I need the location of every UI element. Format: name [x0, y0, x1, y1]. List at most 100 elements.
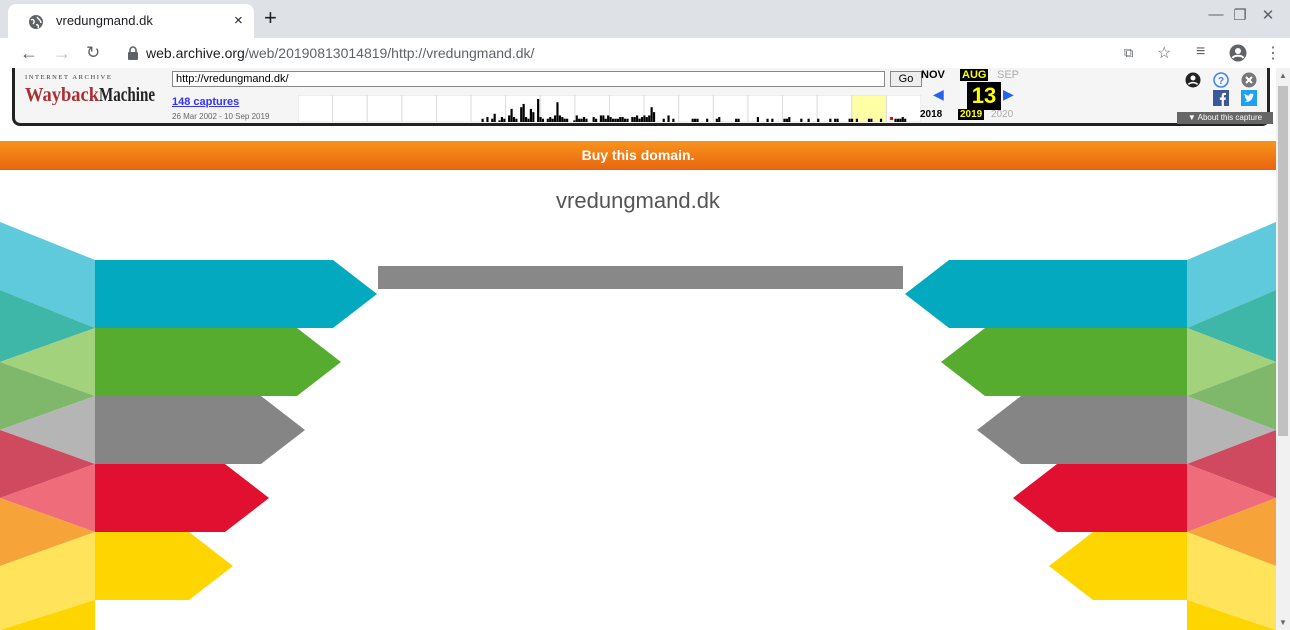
sparkline-capture-bar	[636, 115, 639, 122]
sparkline-capture-bar	[817, 118, 820, 122]
sparkline-capture-bar	[498, 120, 501, 122]
sparkline-year-box	[782, 95, 818, 122]
sparkline-capture-bar	[899, 118, 902, 122]
minimize-button[interactable]: —	[1206, 6, 1226, 23]
sparkline-capture-bar	[855, 118, 858, 122]
wayback-toolbar-frame: INTERNET ARCHIVE Wayback Machine Go 148 …	[0, 68, 1276, 129]
captures-link[interactable]: 148 captures	[172, 96, 239, 108]
sparkline-capture-bar	[715, 118, 718, 122]
page-scrollbar[interactable]: ▲ ▼	[1276, 68, 1290, 630]
sparkline-capture-bar	[706, 118, 709, 122]
address-bar[interactable]: web.archive.org/web/20190813014819/http:…	[146, 45, 534, 61]
sparkline-capture-bar	[800, 118, 803, 122]
sparkline-capture-bar	[510, 108, 513, 122]
browser-tab[interactable]: vredungmand.dk ×	[8, 4, 254, 38]
sparkline-year-box	[435, 95, 472, 122]
back-arrow-icon[interactable]: ←	[20, 43, 38, 63]
sparkline-capture-bar	[503, 118, 506, 122]
sparkline-capture-bar	[553, 115, 557, 122]
sparkline-capture-bar	[614, 118, 617, 122]
sparkline-capture-bar	[904, 118, 907, 122]
forward-arrow-icon[interactable]: →	[53, 43, 71, 63]
help-icon[interactable]: ?	[1213, 72, 1229, 88]
sparkline-capture-bar	[648, 115, 651, 122]
sparkline-capture-bar	[582, 117, 586, 122]
translate-icon[interactable]: ⧉	[1124, 45, 1133, 61]
right-arrow-green	[941, 328, 1187, 396]
sparkline-capture-bar	[901, 117, 904, 122]
new-tab-button[interactable]: +	[264, 4, 277, 32]
about-this-capture-button[interactable]: ▼ About this capture	[1177, 112, 1273, 124]
profile-icon[interactable]	[1229, 44, 1247, 62]
star-icon[interactable]: ☆	[1157, 43, 1171, 63]
sparkline-capture-bar	[766, 118, 769, 122]
capture-sparkline[interactable]	[298, 95, 921, 122]
sparkline-capture-bar	[575, 115, 578, 122]
left-arrow-green	[95, 328, 341, 396]
next-month-link: SEP	[997, 69, 1020, 81]
sparkline-capture-bar	[850, 118, 854, 122]
sparkline-capture-bar	[667, 115, 670, 122]
sparkline-capture-bar	[512, 117, 516, 122]
buy-domain-banner[interactable]: Buy this domain.	[0, 141, 1276, 170]
twitter-icon[interactable]	[1241, 90, 1257, 106]
sparkline-year-box	[298, 95, 334, 122]
sparkline-capture-bar	[807, 118, 810, 122]
sparkline-capture-bar	[508, 115, 511, 122]
scroll-down-arrow-icon[interactable]: ▼	[1279, 618, 1287, 627]
wayback-go-button[interactable]: Go	[890, 71, 922, 87]
reload-icon[interactable]: ↻	[86, 43, 100, 63]
sparkline-capture-bar	[491, 118, 494, 122]
sparkline-capture-bar	[532, 112, 535, 122]
sparkline-capture-bar	[563, 118, 566, 122]
sparkline-capture-bar	[848, 118, 851, 122]
sparkline-capture-bar	[566, 118, 569, 122]
sparkline-capture-bar	[539, 117, 542, 122]
prev-capture-arrow-icon[interactable]: ◀	[933, 86, 944, 103]
sparkline-capture-bar	[611, 118, 615, 122]
sparkline-capture-bar	[788, 117, 791, 122]
sparkline-capture-bar	[549, 117, 552, 122]
sparkline-capture-bar	[867, 118, 871, 122]
sparkline-capture-bar	[616, 118, 619, 122]
sparkline-capture-bar	[602, 115, 605, 122]
sparkline-year-box	[816, 95, 853, 122]
sparkline-capture-bar	[623, 118, 627, 122]
sparkline-capture-bar	[652, 112, 656, 122]
sparkline-capture-bar	[607, 115, 610, 122]
prev-month-link[interactable]: NOV	[921, 69, 945, 81]
sparkline-capture-bar	[691, 118, 694, 122]
site-title: vredungmand.dk	[556, 188, 720, 213]
next-capture-arrow-icon[interactable]: ▶	[1003, 86, 1014, 103]
wayback-url-input[interactable]	[172, 71, 885, 87]
sparkline-capture-bar	[640, 117, 644, 122]
wayback-machine-logo[interactable]: Wayback Machine	[25, 83, 155, 105]
sparkline-capture-bar	[527, 118, 530, 122]
sparkline-capture-bar	[580, 118, 583, 122]
left-arrow-teal	[95, 260, 377, 328]
sparkline-capture-bar	[735, 118, 738, 122]
sparkline-capture-bar	[515, 118, 518, 122]
browser-toolbar: ← → ↻ web.archive.org/web/20190813014819…	[0, 38, 1290, 68]
menu-dots-icon[interactable]: ⋮	[1265, 43, 1281, 63]
scroll-up-arrow-icon[interactable]: ▲	[1279, 71, 1287, 80]
sparkline-capture-bar	[756, 117, 759, 122]
sparkline-year-box	[366, 95, 403, 122]
close-toolbar-icon[interactable]	[1241, 72, 1257, 88]
sparkline-capture-bar	[633, 117, 636, 122]
facebook-icon[interactable]	[1213, 90, 1229, 106]
capture-day: 13	[967, 82, 1001, 110]
prev-year-link[interactable]: 2018	[920, 109, 942, 120]
current-year: 2019	[958, 109, 985, 120]
right-arrow-red	[1013, 464, 1187, 532]
sparkline-capture-bar	[556, 102, 559, 122]
account-icon[interactable]	[1185, 72, 1201, 88]
sparkline-capture-bar	[870, 118, 873, 122]
tab-close-icon[interactable]: ×	[234, 12, 243, 29]
restore-button[interactable]: ❐	[1230, 6, 1250, 24]
reading-list-icon[interactable]: ≡	[1196, 43, 1205, 61]
left-arrow-gray	[95, 396, 305, 464]
close-window-button[interactable]: ✕	[1258, 6, 1278, 24]
svg-text:?: ?	[1218, 76, 1224, 87]
scroll-thumb[interactable]	[1278, 86, 1288, 436]
